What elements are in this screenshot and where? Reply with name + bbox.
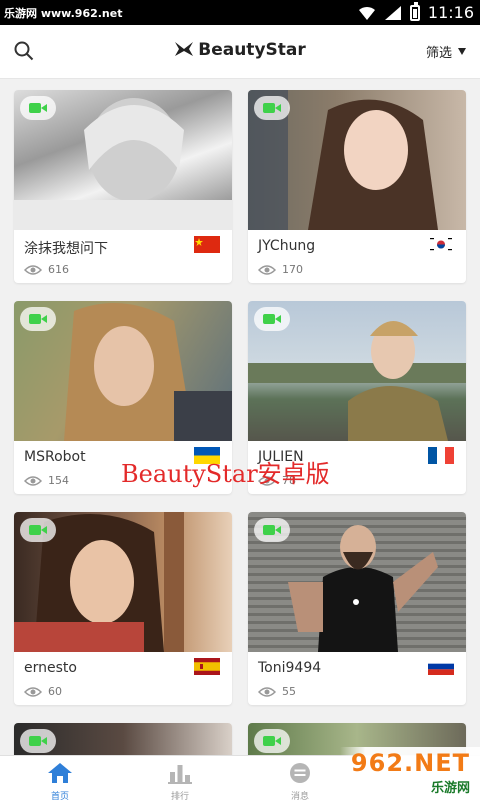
wifi-icon [358, 6, 375, 20]
clock: 11:16 [427, 3, 474, 22]
profile-card[interactable]: Toni9494 55 [248, 512, 466, 705]
video-badge [254, 96, 290, 120]
video-camera-icon [29, 525, 41, 535]
profile-name: JYChung [258, 238, 316, 254]
south-korea-flag-icon [428, 236, 454, 253]
video-camera-icon [263, 525, 275, 535]
profile-card[interactable]: JYChung 170 [248, 90, 466, 283]
home-icon [48, 763, 72, 783]
view-count: 55 [258, 685, 296, 698]
watermark-text: 乐游网 www.962.net [4, 7, 123, 20]
view-count: 616 [24, 263, 69, 276]
profile-photo[interactable] [248, 512, 466, 652]
russia-flag-icon [428, 658, 454, 675]
profile-photo[interactable] [248, 90, 466, 230]
view-count: 154 [24, 474, 69, 487]
profile-card[interactable]: ernesto 60 [14, 512, 232, 705]
profile-grid: 涂抹我想问下 616 JYChung 170 MSRobot 154 JULIE… [0, 79, 480, 755]
video-camera-icon [263, 103, 275, 113]
nav-ranking-label: 排行 [170, 792, 189, 800]
profile-photo[interactable] [14, 723, 232, 755]
brand-logo-icon [175, 42, 194, 56]
profile-photo[interactable] [14, 512, 232, 652]
nav-home-label: 首页 [50, 792, 69, 800]
video-badge [20, 518, 56, 542]
china-flag-icon [194, 236, 220, 253]
nav-ranking[interactable]: 排行 [120, 756, 240, 800]
view-count-value: 60 [48, 685, 62, 698]
eye-icon [258, 264, 276, 275]
app-title: BeautyStar [0, 40, 480, 60]
view-count: 170 [258, 263, 303, 276]
status-icons: 11:16 [358, 1, 474, 22]
video-badge [254, 307, 290, 331]
profile-name: Toni9494 [258, 660, 322, 676]
video-camera-icon [29, 103, 41, 113]
top-bar: BeautyStar 筛选 [0, 25, 480, 79]
video-camera-icon [263, 736, 275, 746]
filter-triangle-icon [458, 48, 466, 55]
battery-icon [409, 1, 420, 21]
profile-photo[interactable] [14, 301, 232, 441]
nav-home[interactable]: 首页 [0, 756, 120, 800]
view-count-value: 616 [48, 263, 69, 276]
video-badge [254, 729, 290, 753]
brand-name: BeautyStar [198, 40, 306, 60]
profile-card[interactable] [14, 723, 232, 755]
view-count-value: 55 [282, 685, 296, 698]
video-badge [20, 307, 56, 331]
filter-button[interactable]: 筛选 [426, 42, 466, 61]
message-icon [290, 763, 310, 783]
profile-photo[interactable] [248, 301, 466, 441]
eye-icon [24, 475, 42, 486]
video-badge [20, 729, 56, 753]
eye-icon [24, 264, 42, 275]
eye-icon [24, 686, 42, 697]
profile-card[interactable]: 涂抹我想问下 616 [14, 90, 232, 283]
profile-name: 涂抹我想问下 [24, 241, 108, 257]
filter-label: 筛选 [425, 46, 452, 61]
video-badge [254, 518, 290, 542]
profile-name: MSRobot [24, 449, 86, 465]
video-camera-icon [29, 314, 41, 324]
signal-icon [384, 5, 401, 20]
video-camera-icon [29, 736, 41, 746]
site-logo-watermark: 962.NET 乐游网 [340, 747, 480, 800]
view-count-value: 170 [282, 263, 303, 276]
eye-icon [258, 686, 276, 697]
ranking-icon [168, 765, 192, 784]
site-logo-line2: 乐游网 [430, 781, 470, 796]
promo-overlay-text: BeautyStar安卓版 [121, 460, 330, 488]
france-flag-icon [428, 447, 454, 464]
site-logo-line1: 962.NET [350, 749, 470, 777]
video-camera-icon [263, 314, 275, 324]
spain-flag-icon [194, 658, 220, 675]
view-count: 60 [24, 685, 62, 698]
status-bar: 乐游网 www.962.net 11:16 [0, 0, 480, 25]
profile-name: ernesto [24, 660, 77, 676]
view-count-value: 154 [48, 474, 69, 487]
profile-photo[interactable] [14, 90, 232, 230]
video-badge [20, 96, 56, 120]
